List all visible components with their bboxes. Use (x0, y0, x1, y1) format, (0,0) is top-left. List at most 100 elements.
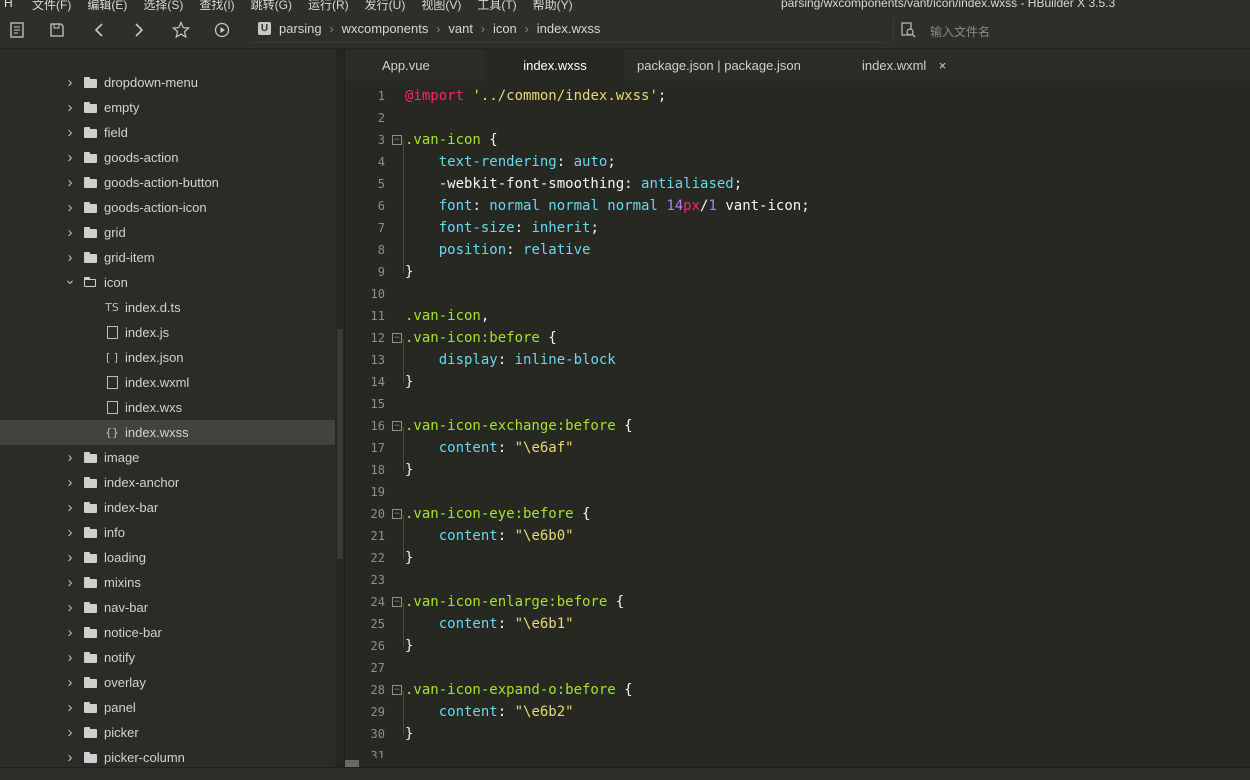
breadcrumb-item-parsing[interactable]: parsing (279, 21, 322, 36)
chevron-right-icon[interactable]: › (64, 649, 76, 666)
code-line[interactable]: 16− .van-icon-exchange:before { (345, 415, 1250, 437)
back-icon[interactable] (89, 20, 109, 40)
tab-app-vue[interactable]: App.vue (382, 49, 430, 81)
fold-toggle-icon[interactable]: − (392, 597, 402, 607)
sidebar-scrollbar[interactable] (336, 49, 344, 767)
chevron-right-icon[interactable]: › (64, 749, 76, 766)
code-line[interactable]: 3− .van-icon { (345, 129, 1250, 151)
folder-item[interactable]: › panel (0, 695, 335, 720)
file-item[interactable]: index.wxs (0, 395, 335, 420)
folder-item[interactable]: › overlay (0, 670, 335, 695)
code-line[interactable]: 30} (345, 723, 1250, 745)
code-editor[interactable]: 1 @import '../common/index.wxss'; 2 3− .van-… (345, 81, 1250, 767)
folder-item[interactable]: › notify (0, 645, 335, 670)
fold-toggle-icon[interactable]: − (392, 135, 402, 145)
code-line[interactable]: 17 content: "\e6af" (345, 437, 1250, 459)
code-line[interactable]: 24− .van-icon-enlarge:before { (345, 591, 1250, 613)
code-line[interactable]: 26} (345, 635, 1250, 657)
code-line[interactable]: 19 (345, 481, 1250, 503)
menu-help[interactable]: 帮助(Y) (533, 0, 573, 12)
tab-index-wxss[interactable]: index.wxss (485, 49, 625, 81)
code-line[interactable]: 7 font-size: inherit; (345, 217, 1250, 239)
code-line[interactable]: 22} (345, 547, 1250, 569)
chevron-right-icon[interactable]: › (64, 449, 76, 466)
file-item[interactable]: [ ] index.json (0, 345, 335, 370)
code-line[interactable]: 28− .van-icon-expand-o:before { (345, 679, 1250, 701)
editor-scrollbar-thumb[interactable] (345, 760, 359, 767)
file-item[interactable]: {} index.wxss (0, 420, 335, 445)
breadcrumb-item-vant[interactable]: vant (448, 21, 473, 36)
code-line[interactable]: 9} (345, 261, 1250, 283)
folder-item[interactable]: › index-anchor (0, 470, 335, 495)
menu-goto[interactable]: 跳转(G) (251, 0, 292, 12)
folder-item[interactable]: › goods-action-icon (0, 195, 335, 220)
code-line[interactable]: 10 (345, 283, 1250, 305)
chevron-right-icon[interactable]: › (64, 99, 76, 116)
code-line[interactable]: 6 font: normal normal normal 14px/1 vant… (345, 195, 1250, 217)
chevron-right-icon[interactable]: › (64, 499, 76, 516)
menu-edit[interactable]: 编辑(E) (87, 0, 127, 12)
chevron-right-icon[interactable]: › (64, 149, 76, 166)
tab-package-json[interactable]: package.json | package.json (637, 49, 801, 81)
folder-item[interactable]: › index-bar (0, 495, 335, 520)
forward-icon[interactable] (129, 20, 149, 40)
folder-item[interactable]: › goods-action-button (0, 170, 335, 195)
editor-horizontal-scrollbar[interactable] (345, 758, 1250, 767)
chevron-right-icon[interactable]: › (64, 249, 76, 266)
save-icon[interactable] (47, 20, 67, 40)
chevron-right-icon[interactable]: › (64, 474, 76, 491)
code-line[interactable]: 1 @import '../common/index.wxss'; (345, 85, 1250, 107)
folder-item[interactable]: › goods-action (0, 145, 335, 170)
menu-run[interactable]: 运行(R) (308, 0, 349, 12)
menu-file[interactable]: 文件(F) (32, 0, 71, 12)
folder-item[interactable]: › grid (0, 220, 335, 245)
folder-item[interactable]: › grid-item (0, 245, 335, 270)
menu-find[interactable]: 查找(I) (199, 0, 234, 12)
code-line[interactable]: 2 (345, 107, 1250, 129)
close-icon[interactable]: × (939, 58, 947, 73)
folder-item[interactable]: › picker-column (0, 745, 335, 767)
breadcrumb-item-icon[interactable]: icon (493, 21, 517, 36)
folder-item[interactable]: ⌄ icon (0, 270, 335, 295)
folder-item[interactable]: › notice-bar (0, 620, 335, 645)
code-line[interactable]: 20− .van-icon-eye:before { (345, 503, 1250, 525)
code-line[interactable]: 4 text-rendering: auto; (345, 151, 1250, 173)
code-line[interactable]: 21 content: "\e6b0" (345, 525, 1250, 547)
fold-toggle-icon[interactable]: − (392, 333, 402, 343)
chevron-right-icon[interactable]: › (64, 624, 76, 641)
code-line[interactable]: 18} (345, 459, 1250, 481)
folder-item[interactable]: › image (0, 445, 335, 470)
code-line[interactable]: 29 content: "\e6b2" (345, 701, 1250, 723)
folder-item[interactable]: › field (0, 120, 335, 145)
file-item[interactable]: index.wxml (0, 370, 335, 395)
code-line[interactable]: 12− .van-icon:before { (345, 327, 1250, 349)
code-line[interactable]: 14} (345, 371, 1250, 393)
chevron-right-icon[interactable]: › (64, 524, 76, 541)
folder-item[interactable]: › empty (0, 95, 335, 120)
code-line[interactable]: 8 position: relative (345, 239, 1250, 261)
folder-item[interactable]: › mixins (0, 570, 335, 595)
file-search-input[interactable] (928, 21, 1232, 43)
fold-toggle-icon[interactable]: − (392, 685, 402, 695)
run-icon[interactable] (212, 20, 232, 40)
folder-item[interactable]: › picker (0, 720, 335, 745)
menu-select[interactable]: 选择(S) (143, 0, 183, 12)
menu-publish[interactable]: 发行(U) (365, 0, 406, 12)
chevron-right-icon[interactable]: › (64, 224, 76, 241)
chevron-right-icon[interactable]: › (64, 674, 76, 691)
star-icon[interactable] (171, 20, 191, 40)
new-file-icon[interactable] (7, 20, 27, 40)
chevron-right-icon[interactable]: › (64, 549, 76, 566)
file-item[interactable]: index.js (0, 320, 335, 345)
sidebar-scrollbar-thumb[interactable] (337, 329, 343, 559)
folder-item[interactable]: › dropdown-menu (0, 70, 335, 95)
code-line[interactable]: 27 (345, 657, 1250, 679)
chevron-right-icon[interactable]: › (64, 74, 76, 91)
folder-item[interactable]: › nav-bar (0, 595, 335, 620)
chevron-right-icon[interactable]: › (64, 599, 76, 616)
code-line[interactable]: 23 (345, 569, 1250, 591)
menu-view[interactable]: 视图(V) (421, 0, 461, 12)
code-line[interactable]: 25 content: "\e6b1" (345, 613, 1250, 635)
chevron-down-icon[interactable]: ⌄ (64, 271, 76, 288)
breadcrumb-item-file[interactable]: index.wxss (537, 21, 601, 36)
